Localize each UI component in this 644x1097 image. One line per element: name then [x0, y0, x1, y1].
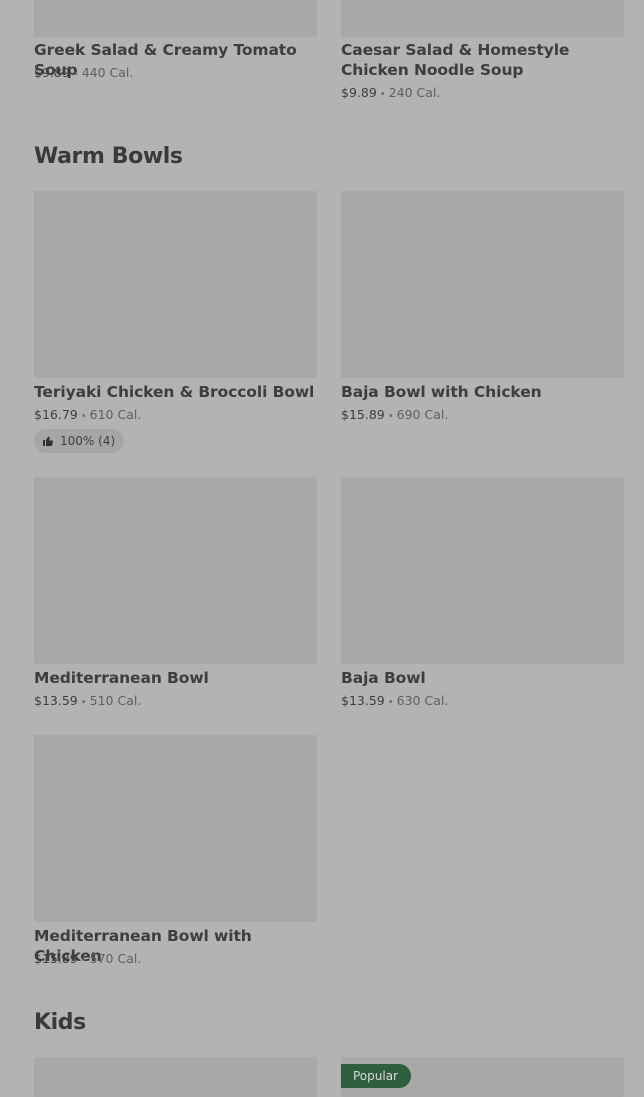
separator-dot: • — [72, 69, 79, 80]
item-price: $9.89 — [341, 85, 377, 100]
item-image[interactable] — [341, 0, 624, 37]
item-price: $15.89 — [34, 951, 78, 966]
thumbs-up-icon — [42, 435, 54, 447]
separator-dot: • — [80, 697, 87, 708]
item-image[interactable] — [34, 735, 317, 922]
popular-badge: Popular — [341, 1064, 411, 1088]
item-name[interactable]: Baja Bowl — [341, 668, 624, 688]
item-calories: 630 Cal. — [396, 693, 449, 708]
item-price: $9.89 — [34, 65, 70, 80]
item-price: $16.79 — [34, 407, 78, 422]
separator-dot: • — [387, 411, 394, 422]
item-image[interactable] — [341, 191, 624, 378]
item-meta: $9.89 • 240 Cal. — [341, 85, 440, 103]
item-name[interactable]: Caesar Salad & Homestyle Chicken Noodle … — [341, 40, 624, 80]
item-calories: 440 Cal. — [81, 65, 134, 80]
item-image[interactable] — [34, 477, 317, 664]
item-name[interactable]: Baja Bowl with Chicken — [341, 382, 624, 402]
item-calories: 610 Cal. — [89, 407, 142, 422]
section-title-warm-bowls: Warm Bowls — [34, 144, 183, 169]
item-price: $15.89 — [341, 407, 385, 422]
separator-dot: • — [80, 955, 87, 966]
item-calories: 510 Cal. — [89, 693, 142, 708]
rating-badge: 100% (4) — [34, 429, 125, 453]
rating-text: 100% (4) — [60, 434, 116, 448]
item-meta: $9.89 • 440 Cal. — [34, 65, 133, 83]
item-meta: $13.59 • 510 Cal. — [34, 693, 141, 711]
item-image[interactable] — [34, 0, 317, 37]
item-meta: $16.79 • 610 Cal. — [34, 407, 141, 425]
item-calories: 570 Cal. — [89, 951, 142, 966]
separator-dot: • — [379, 89, 386, 100]
item-name[interactable]: Teriyaki Chicken & Broccoli Bowl — [34, 382, 317, 402]
item-price: $13.59 — [341, 693, 385, 708]
section-title-kids: Kids — [34, 1010, 86, 1035]
item-meta: $15.89 • 570 Cal. — [34, 951, 141, 969]
item-price: $13.59 — [34, 693, 78, 708]
item-image[interactable] — [341, 477, 624, 664]
item-calories: 690 Cal. — [396, 407, 449, 422]
item-name[interactable]: Mediterranean Bowl — [34, 668, 317, 688]
item-meta: $13.59 • 630 Cal. — [341, 693, 448, 711]
separator-dot: • — [387, 697, 394, 708]
item-image[interactable] — [34, 191, 317, 378]
item-meta: $15.89 • 690 Cal. — [341, 407, 448, 425]
item-calories: 240 Cal. — [388, 85, 441, 100]
separator-dot: • — [80, 411, 87, 422]
item-image[interactable] — [34, 1057, 317, 1097]
